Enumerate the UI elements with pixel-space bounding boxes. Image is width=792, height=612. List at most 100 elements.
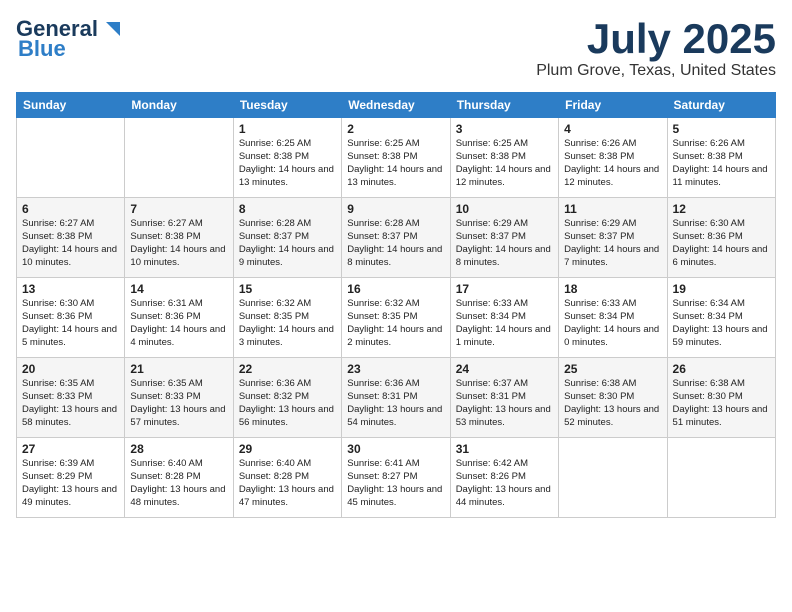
day-detail: Sunrise: 6:36 AMSunset: 8:32 PMDaylight:… bbox=[239, 378, 336, 429]
day-detail: Sunrise: 6:37 AMSunset: 8:31 PMDaylight:… bbox=[456, 378, 553, 429]
day-detail: Sunrise: 6:30 AMSunset: 8:36 PMDaylight:… bbox=[673, 218, 770, 269]
calendar-cell: 4Sunrise: 6:26 AMSunset: 8:38 PMDaylight… bbox=[559, 118, 667, 198]
day-of-week-header: Monday bbox=[125, 93, 233, 118]
day-number: 5 bbox=[673, 122, 770, 136]
calendar-cell: 15Sunrise: 6:32 AMSunset: 8:35 PMDayligh… bbox=[233, 278, 341, 358]
day-detail: Sunrise: 6:33 AMSunset: 8:34 PMDaylight:… bbox=[456, 298, 553, 349]
day-number: 31 bbox=[456, 442, 553, 456]
day-number: 3 bbox=[456, 122, 553, 136]
calendar-cell: 31 Sunrise: 6:42 AMSunset: 8:26 PMDayligh… bbox=[450, 438, 558, 518]
day-detail: Sunrise: 6:25 AMSunset: 8:38 PMDaylight:… bbox=[347, 138, 444, 189]
day-detail: Sunrise: 6:25 AMSunset: 8:38 PMDaylight:… bbox=[456, 138, 553, 189]
day-of-week-header: Saturday bbox=[667, 93, 775, 118]
calendar-table: SundayMondayTuesdayWednesdayThursdayFrid… bbox=[16, 92, 776, 518]
day-number: 22 bbox=[239, 362, 336, 376]
day-detail: Sunrise: 6:28 AMSunset: 8:37 PMDaylight:… bbox=[239, 218, 336, 269]
day-number: 20 bbox=[22, 362, 119, 376]
day-detail: Sunrise: 6:26 AMSunset: 8:38 PMDaylight:… bbox=[673, 138, 770, 189]
calendar-cell: 11Sunrise: 6:29 AMSunset: 8:37 PMDayligh… bbox=[559, 198, 667, 278]
day-detail: Sunrise: 6:33 AMSunset: 8:34 PMDaylight:… bbox=[564, 298, 661, 349]
calendar-cell bbox=[125, 118, 233, 198]
day-number: 10 bbox=[456, 202, 553, 216]
day-number: 24 bbox=[456, 362, 553, 376]
title-block: July 2025 Plum Grove, Texas, United Stat… bbox=[536, 16, 776, 80]
day-detail: Sunrise: 6:39 AMSunset: 8:29 PMDaylight:… bbox=[22, 458, 119, 509]
day-number: 2 bbox=[347, 122, 444, 136]
calendar-cell bbox=[667, 438, 775, 518]
calendar-cell: 25Sunrise: 6:38 AMSunset: 8:30 PMDayligh… bbox=[559, 358, 667, 438]
calendar-cell bbox=[17, 118, 125, 198]
logo-blue: Blue bbox=[16, 36, 66, 62]
day-number: 23 bbox=[347, 362, 444, 376]
calendar-cell: 20 Sunrise: 6:35 AMSunset: 8:33 PMDayligh… bbox=[17, 358, 125, 438]
calendar-title: July 2025 bbox=[536, 16, 776, 62]
day-detail: Sunrise: 6:35 AMSunset: 8:33 PMDaylight:… bbox=[22, 378, 119, 429]
day-number: 14 bbox=[130, 282, 227, 296]
day-detail: Sunrise: 6:40 AMSunset: 8:28 PMDaylight:… bbox=[130, 458, 227, 509]
day-number: 30 bbox=[347, 442, 444, 456]
day-of-week-header: Sunday bbox=[17, 93, 125, 118]
day-detail: Sunrise: 6:31 AMSunset: 8:36 PMDaylight:… bbox=[130, 298, 227, 349]
calendar-cell: 18Sunrise: 6:33 AMSunset: 8:34 PMDayligh… bbox=[559, 278, 667, 358]
calendar-cell: 29 Sunrise: 6:40 AMSunset: 8:28 PMDayligh… bbox=[233, 438, 341, 518]
day-number: 1 bbox=[239, 122, 336, 136]
page-header: General Blue July 2025 Plum Grove, Texas… bbox=[16, 16, 776, 80]
day-detail: Sunrise: 6:28 AMSunset: 8:37 PMDaylight:… bbox=[347, 218, 444, 269]
logo-triangle-icon bbox=[100, 18, 122, 40]
calendar-cell bbox=[559, 438, 667, 518]
calendar-cell: 2 Sunrise: 6:25 AMSunset: 8:38 PMDaylight… bbox=[342, 118, 450, 198]
day-number: 16 bbox=[347, 282, 444, 296]
day-of-week-header: Friday bbox=[559, 93, 667, 118]
calendar-cell: 9 Sunrise: 6:28 AMSunset: 8:37 PMDaylight… bbox=[342, 198, 450, 278]
calendar-cell: 30 Sunrise: 6:41 AMSunset: 8:27 PMDayligh… bbox=[342, 438, 450, 518]
calendar-cell: 21 Sunrise: 6:35 AMSunset: 8:33 PMDayligh… bbox=[125, 358, 233, 438]
calendar-cell: 6 Sunrise: 6:27 AMSunset: 8:38 PMDaylight… bbox=[17, 198, 125, 278]
day-detail: Sunrise: 6:29 AMSunset: 8:37 PMDaylight:… bbox=[456, 218, 553, 269]
day-number: 21 bbox=[130, 362, 227, 376]
day-detail: Sunrise: 6:30 AMSunset: 8:36 PMDaylight:… bbox=[22, 298, 119, 349]
day-of-week-header: Thursday bbox=[450, 93, 558, 118]
day-number: 26 bbox=[673, 362, 770, 376]
calendar-cell: 8 Sunrise: 6:28 AMSunset: 8:37 PMDaylight… bbox=[233, 198, 341, 278]
day-detail: Sunrise: 6:32 AMSunset: 8:35 PMDaylight:… bbox=[347, 298, 444, 349]
calendar-cell: 1 Sunrise: 6:25 AMSunset: 8:38 PMDaylight… bbox=[233, 118, 341, 198]
calendar-cell: 28Sunrise: 6:40 AMSunset: 8:28 PMDayligh… bbox=[125, 438, 233, 518]
day-number: 19 bbox=[673, 282, 770, 296]
day-number: 9 bbox=[347, 202, 444, 216]
day-number: 8 bbox=[239, 202, 336, 216]
calendar-cell: 24 Sunrise: 6:37 AMSunset: 8:31 PMDayligh… bbox=[450, 358, 558, 438]
calendar-subtitle: Plum Grove, Texas, United States bbox=[536, 62, 776, 80]
calendar-cell: 17Sunrise: 6:33 AMSunset: 8:34 PMDayligh… bbox=[450, 278, 558, 358]
calendar-cell: 12 Sunrise: 6:30 AMSunset: 8:36 PMDayligh… bbox=[667, 198, 775, 278]
calendar-week-row: 20 Sunrise: 6:35 AMSunset: 8:33 PMDayligh… bbox=[17, 358, 776, 438]
day-number: 4 bbox=[564, 122, 661, 136]
day-detail: Sunrise: 6:42 AMSunset: 8:26 PMDaylight:… bbox=[456, 458, 553, 509]
calendar-cell: 3 Sunrise: 6:25 AMSunset: 8:38 PMDaylight… bbox=[450, 118, 558, 198]
day-detail: Sunrise: 6:38 AMSunset: 8:30 PMDaylight:… bbox=[673, 378, 770, 429]
calendar-cell: 14 Sunrise: 6:31 AMSunset: 8:36 PMDayligh… bbox=[125, 278, 233, 358]
day-detail: Sunrise: 6:40 AMSunset: 8:28 PMDaylight:… bbox=[239, 458, 336, 509]
day-number: 29 bbox=[239, 442, 336, 456]
calendar-cell: 13Sunrise: 6:30 AMSunset: 8:36 PMDayligh… bbox=[17, 278, 125, 358]
day-detail: Sunrise: 6:38 AMSunset: 8:30 PMDaylight:… bbox=[564, 378, 661, 429]
day-detail: Sunrise: 6:27 AMSunset: 8:38 PMDaylight:… bbox=[22, 218, 119, 269]
day-detail: Sunrise: 6:34 AMSunset: 8:34 PMDaylight:… bbox=[673, 298, 770, 349]
calendar-cell: 7Sunrise: 6:27 AMSunset: 8:38 PMDaylight… bbox=[125, 198, 233, 278]
calendar-cell: 19 Sunrise: 6:34 AMSunset: 8:34 PMDayligh… bbox=[667, 278, 775, 358]
day-detail: Sunrise: 6:29 AMSunset: 8:37 PMDaylight:… bbox=[564, 218, 661, 269]
calendar-week-row: 27 Sunrise: 6:39 AMSunset: 8:29 PMDayligh… bbox=[17, 438, 776, 518]
logo: General Blue bbox=[16, 16, 122, 62]
calendar-cell: 5 Sunrise: 6:26 AMSunset: 8:38 PMDaylight… bbox=[667, 118, 775, 198]
day-number: 6 bbox=[22, 202, 119, 216]
calendar-cell: 26 Sunrise: 6:38 AMSunset: 8:30 PMDayligh… bbox=[667, 358, 775, 438]
calendar-week-row: 1 Sunrise: 6:25 AMSunset: 8:38 PMDaylight… bbox=[17, 118, 776, 198]
day-detail: Sunrise: 6:35 AMSunset: 8:33 PMDaylight:… bbox=[130, 378, 227, 429]
day-detail: Sunrise: 6:41 AMSunset: 8:27 PMDaylight:… bbox=[347, 458, 444, 509]
day-number: 15 bbox=[239, 282, 336, 296]
day-detail: Sunrise: 6:25 AMSunset: 8:38 PMDaylight:… bbox=[239, 138, 336, 189]
day-number: 12 bbox=[673, 202, 770, 216]
calendar-week-row: 6 Sunrise: 6:27 AMSunset: 8:38 PMDaylight… bbox=[17, 198, 776, 278]
calendar-week-row: 13Sunrise: 6:30 AMSunset: 8:36 PMDayligh… bbox=[17, 278, 776, 358]
day-number: 27 bbox=[22, 442, 119, 456]
calendar-cell: 27 Sunrise: 6:39 AMSunset: 8:29 PMDayligh… bbox=[17, 438, 125, 518]
